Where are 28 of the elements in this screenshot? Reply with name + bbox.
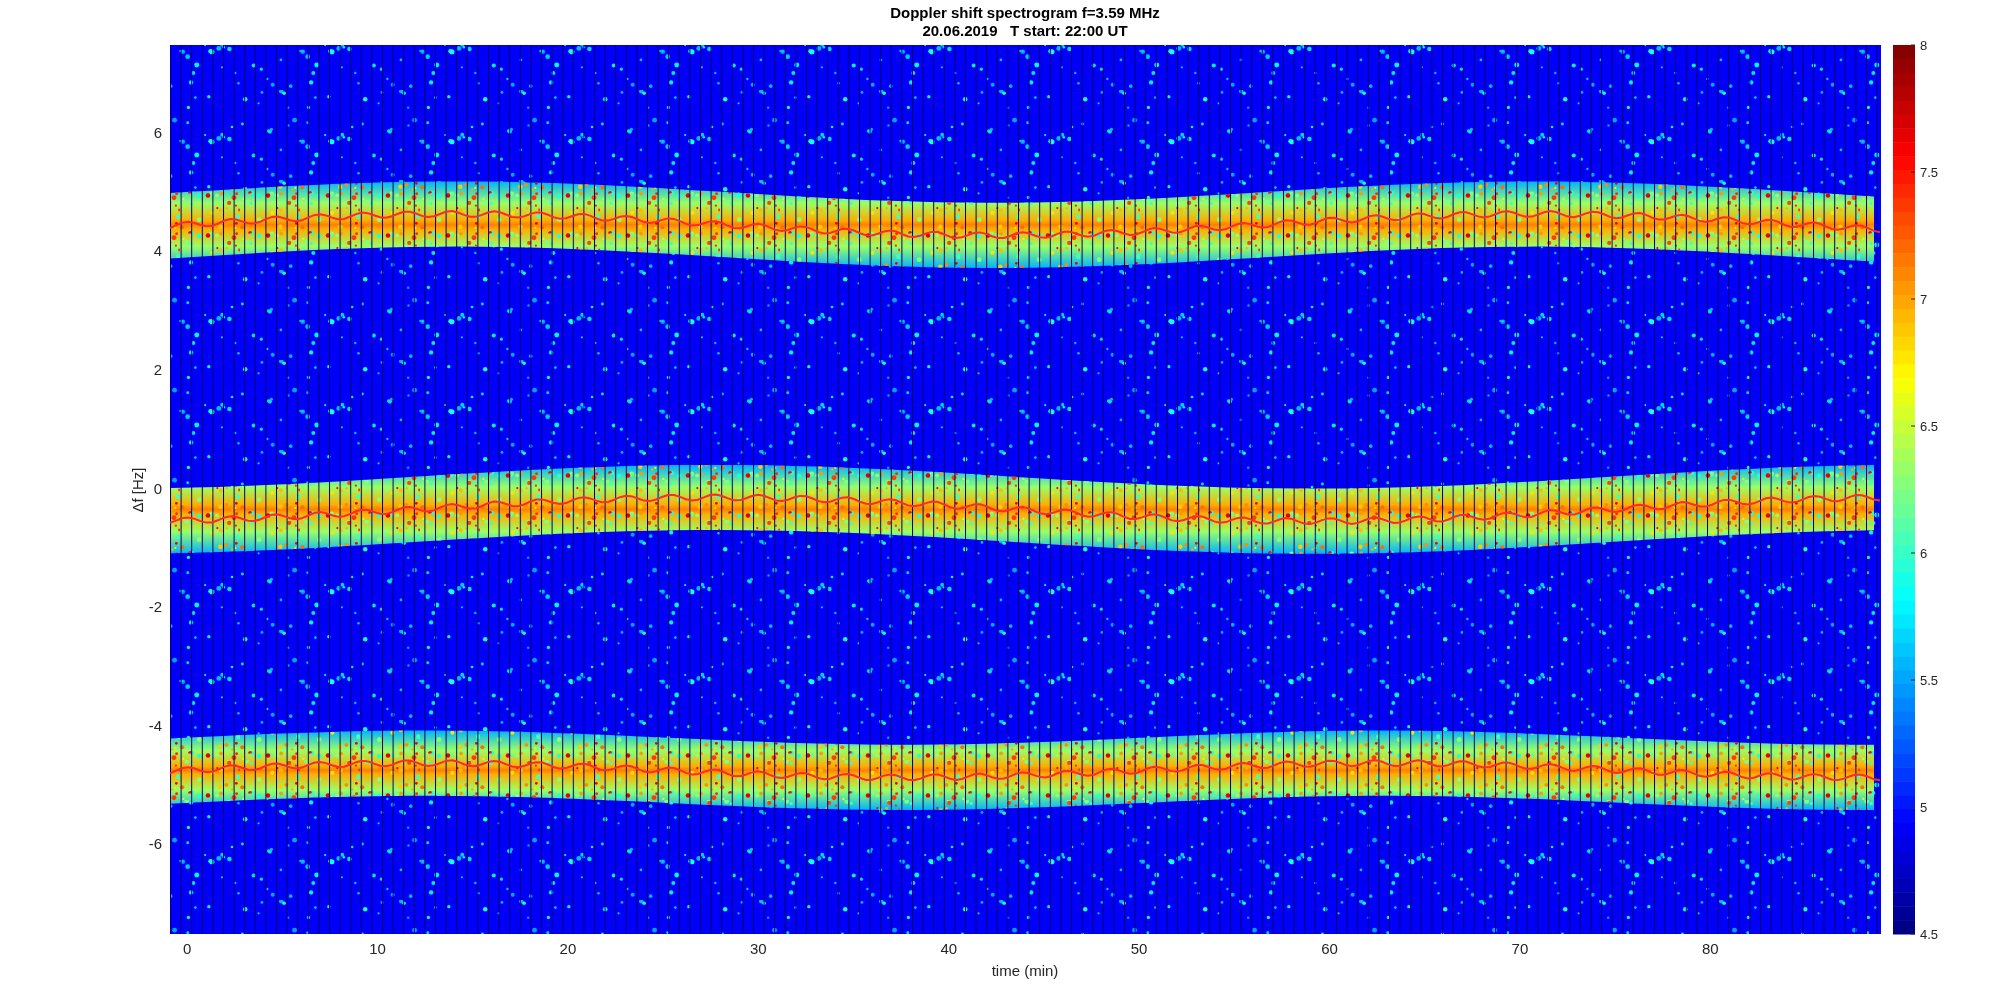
colorbar-tick-label: 8 bbox=[1920, 38, 1928, 53]
x-tick-label: 20 bbox=[559, 940, 577, 957]
x-tick-label: 80 bbox=[1702, 940, 1719, 957]
x-tick-label: 0 bbox=[182, 940, 192, 957]
chart-title: Doppler shift spectrogram f=3.59 MHz bbox=[890, 4, 1160, 21]
colorbar-tick-label: 7 bbox=[1920, 292, 1928, 307]
x-tick-label: 70 bbox=[1511, 940, 1529, 957]
y-tick-label: -4 bbox=[148, 716, 162, 734]
x-tick-label: 50 bbox=[1130, 940, 1148, 957]
y-tick-label: 2 bbox=[153, 360, 162, 378]
y-tick-label: 6 bbox=[153, 123, 162, 141]
colorbar-tick-label: 6.5 bbox=[1920, 419, 1939, 434]
y-tick-label: 4 bbox=[153, 242, 162, 260]
y-tick-label: -2 bbox=[148, 598, 162, 616]
x-tick-label: 10 bbox=[369, 940, 386, 957]
colorbar-tick-label: 4.5 bbox=[1920, 927, 1939, 942]
chart-title: 20.06.2019 T start: 22:00 UT bbox=[922, 22, 1128, 39]
x-tick-label: 30 bbox=[750, 940, 767, 957]
colorbar-tick-label: 7.5 bbox=[1920, 165, 1939, 180]
y-tick-label: -6 bbox=[148, 835, 162, 853]
y-tick-label: 0 bbox=[153, 479, 162, 497]
y-axis-label: Δf [Hz] bbox=[129, 467, 146, 513]
x-axis-label: time (min) bbox=[991, 962, 1059, 979]
x-tick-label: 60 bbox=[1321, 940, 1338, 957]
colorbar-tick-label: 5 bbox=[1920, 800, 1928, 815]
x-tick-label: 40 bbox=[940, 940, 958, 957]
colorbar-tick-label: 6 bbox=[1920, 546, 1928, 561]
colorbar-tick-label: 5.5 bbox=[1920, 673, 1939, 688]
